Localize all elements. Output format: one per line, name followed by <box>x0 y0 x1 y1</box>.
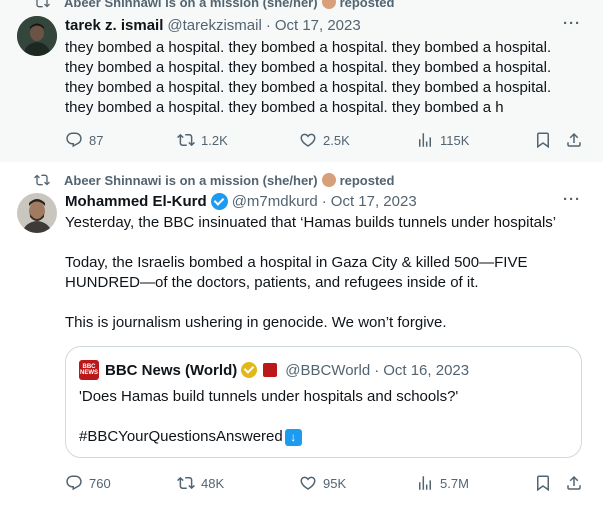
action-bar: 87 1.2K 2.5K 115K <box>65 130 585 150</box>
bbc-avatar[interactable]: BBC NEWS <box>79 360 99 380</box>
tweet-elkurd[interactable]: Abeer Shinnawi is on a mission (she/her)… <box>0 162 603 507</box>
repost-icon <box>34 172 64 188</box>
like-button[interactable]: 95K <box>299 473 346 493</box>
like-count: 2.5K <box>323 132 350 148</box>
tweet-date[interactable]: Oct 17, 2023 <box>275 17 361 34</box>
bookmark-button[interactable] <box>534 130 558 150</box>
verified-badge-icon <box>210 192 228 210</box>
quote-author-handle[interactable]: @BBCWorld <box>285 362 370 379</box>
repost-icon <box>177 133 195 147</box>
clap-emoji-icon <box>321 173 336 187</box>
verified-org-badge-icon <box>241 362 258 378</box>
repost-indicator[interactable]: Abeer Shinnawi is on a mission (she/her)… <box>34 0 394 10</box>
tweet-line: they bombed a hospital. they bombed a ho… <box>65 79 552 96</box>
tweet-text: they bombed a hospital. they bombed a ho… <box>65 38 585 118</box>
views-button[interactable]: 115K <box>416 130 469 150</box>
affiliation-badge-icon <box>263 363 278 377</box>
action-bar: 760 48K 95K 5.7M <box>65 473 585 493</box>
quoted-tweet[interactable]: BBC NEWS BBC News (World) @BBCWorld · Oc… <box>65 346 582 458</box>
like-count: 95K <box>323 475 347 491</box>
views-icon <box>419 476 431 490</box>
tweet-line: they bombed a hospital. they bombed a ho… <box>65 39 552 56</box>
tweet-line: This is journalism ushering in genocide.… <box>65 314 447 331</box>
repost-count: 1.2K <box>201 132 228 148</box>
heart-icon <box>300 133 316 147</box>
tweet-text: Yesterday, the BBC insinuated that ‘Hama… <box>65 213 585 333</box>
tweet-line: they bombed a hospital. they bombed a ho… <box>65 99 504 116</box>
views-count: 115K <box>440 132 470 148</box>
author-name[interactable]: tarek z. ismail <box>65 17 163 34</box>
tweet-date[interactable]: Oct 17, 2023 <box>331 193 417 210</box>
tweet-tarek[interactable]: Abeer Shinnawi is on a mission (she/her)… <box>0 0 603 162</box>
tweet-line: Yesterday, the BBC insinuated that ‘Hama… <box>65 214 557 231</box>
reply-button[interactable]: 87 <box>65 130 103 150</box>
share-button[interactable] <box>565 130 589 150</box>
views-icon <box>419 133 431 147</box>
repost-indicator[interactable]: Abeer Shinnawi is on a mission (she/her)… <box>34 172 394 188</box>
bookmark-icon <box>537 475 549 492</box>
share-icon <box>567 132 581 147</box>
avatar[interactable] <box>17 193 57 233</box>
separator: · <box>265 16 271 34</box>
reply-icon <box>66 132 82 148</box>
repost-suffix: reposted <box>339 0 395 10</box>
quote-text: 'Does Hamas build tunnels under hospital… <box>79 388 459 405</box>
author-name[interactable]: Mohammed El-Kurd <box>65 193 207 210</box>
author-handle[interactable]: @tarekzismail <box>167 17 261 34</box>
author-handle[interactable]: @m7mdkurd <box>232 193 318 210</box>
repost-suffix: reposted <box>339 172 395 188</box>
heart-icon <box>300 476 316 490</box>
views-button[interactable]: 5.7M <box>416 473 469 493</box>
separator: · <box>374 361 380 379</box>
like-button[interactable]: 2.5K <box>299 130 350 150</box>
quote-date[interactable]: Oct 16, 2023 <box>383 362 469 379</box>
reply-button[interactable]: 760 <box>65 473 111 493</box>
reply-icon <box>66 475 82 491</box>
repost-count: 48K <box>201 475 225 491</box>
reposter-name[interactable]: Abeer Shinnawi is on a mission (she/her) <box>64 173 318 188</box>
repost-button[interactable]: 1.2K <box>177 130 228 150</box>
more-options-icon[interactable]: ··· <box>563 191 581 208</box>
bookmark-icon <box>537 132 549 149</box>
tweet-line: they bombed a hospital. they bombed a ho… <box>65 59 552 76</box>
bbc-logo-bottom: NEWS <box>80 370 98 376</box>
avatar[interactable] <box>17 16 57 56</box>
repost-icon <box>177 476 195 490</box>
more-options-icon[interactable]: ··· <box>563 15 581 32</box>
share-button[interactable] <box>565 473 589 493</box>
reply-count: 87 <box>89 132 104 148</box>
views-count: 5.7M <box>440 475 469 491</box>
tweet-line: HUNDRED—of the doctors, patients, and re… <box>65 274 479 291</box>
share-icon <box>567 475 581 490</box>
bookmark-button[interactable] <box>534 473 558 493</box>
reply-count: 760 <box>89 475 111 491</box>
repost-icon <box>34 0 64 10</box>
clap-emoji-icon <box>321 0 336 9</box>
quote-author-name[interactable]: BBC News (World) <box>105 362 237 379</box>
repost-button[interactable]: 48K <box>177 473 224 493</box>
separator: · <box>321 192 327 210</box>
reposter-name[interactable]: Abeer Shinnawi is on a mission (she/her) <box>64 0 318 10</box>
hashtag-link[interactable]: #BBCYourQuestionsAnswered <box>79 427 283 447</box>
down-arrow-emoji-icon: ↓ <box>284 428 302 446</box>
tweet-line: Today, the Israelis bombed a hospital in… <box>65 254 528 271</box>
